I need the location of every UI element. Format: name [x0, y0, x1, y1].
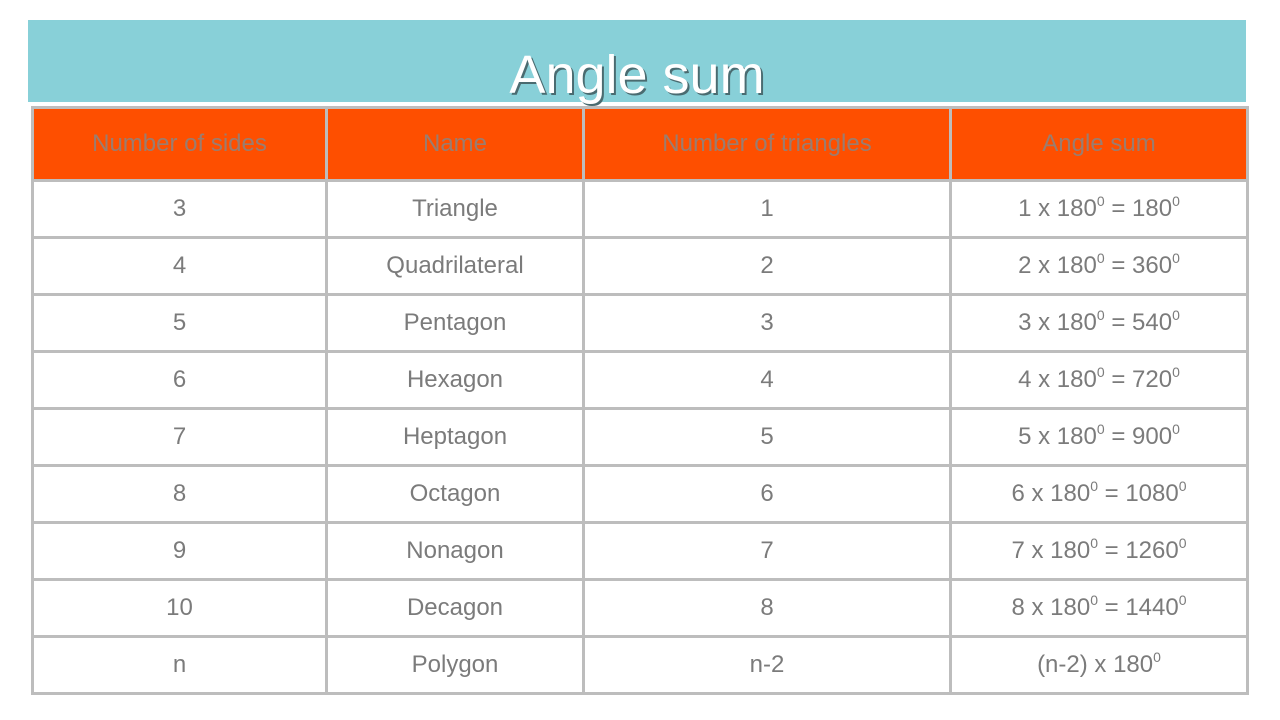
cell-sides: n — [31, 635, 328, 695]
cell-name: Quadrilateral — [325, 236, 585, 296]
angle-sum-part-b: = 1260 — [1097, 537, 1179, 564]
angle-sum-part-a: 1 x 180 — [1018, 195, 1097, 222]
angle-sum-part-a: 2 x 180 — [1018, 252, 1097, 279]
cell-triangles: 1 — [582, 179, 952, 239]
cell-triangles: 3 — [582, 293, 952, 353]
table-row: 9 Nonagon 7 7 x 1800 = 12600 — [31, 521, 1249, 581]
cell-name: Octagon — [325, 464, 585, 524]
cell-sides: 5 — [31, 293, 328, 353]
cell-angle-sum: 8 x 1800 = 14400 — [949, 578, 1249, 638]
cell-angle-sum: 5 x 1800 = 9000 — [949, 407, 1249, 467]
cell-angle-sum: 3 x 1800 = 5400 — [949, 293, 1249, 353]
angle-sum-part-a: 5 x 180 — [1018, 423, 1097, 450]
table-row: 3 Triangle 1 1 x 1800 = 1800 — [31, 179, 1249, 239]
cell-angle-sum: 2 x 1800 = 3600 — [949, 236, 1249, 296]
degree-sup-a: 0 — [1090, 535, 1098, 551]
cell-sides: 7 — [31, 407, 328, 467]
angle-sum-part-a: 8 x 180 — [1011, 594, 1091, 621]
cell-triangles: 4 — [582, 350, 952, 410]
angle-sum-part-a: (n-2) x 180 — [1037, 651, 1154, 678]
angle-sum-part-b: = 1080 — [1097, 480, 1179, 507]
angle-sum-table: Number of sides Name Number of triangles… — [31, 106, 1249, 695]
angle-sum-part-b: = 360 — [1104, 252, 1173, 279]
header-number-of-sides: Number of sides — [31, 106, 328, 182]
degree-sup-b: 0 — [1178, 478, 1187, 494]
degree-sup-b: 0 — [1172, 307, 1180, 323]
angle-sum-part-a: 7 x 180 — [1011, 537, 1091, 564]
cell-angle-sum: (n-2) x 1800 — [949, 635, 1249, 695]
angle-sum-part-a: 3 x 180 — [1018, 309, 1097, 336]
cell-angle-sum: 4 x 1800 = 7200 — [949, 350, 1249, 410]
degree-sup-a: 0 — [1096, 364, 1105, 380]
title-bar: Angle sum — [28, 20, 1246, 102]
degree-sup-a: 0 — [1096, 250, 1105, 266]
cell-triangles: 2 — [582, 236, 952, 296]
cell-sides: 6 — [31, 350, 328, 410]
cell-sides: 9 — [31, 521, 328, 581]
cell-name: Pentagon — [325, 293, 585, 353]
cell-sides: 4 — [31, 236, 328, 296]
cell-sides: 3 — [31, 179, 328, 239]
cell-triangles: n-2 — [582, 635, 952, 695]
cell-triangles: 5 — [582, 407, 952, 467]
degree-sup-a: 0 — [1096, 193, 1105, 209]
table-row: 10 Decagon 8 8 x 1800 = 14400 — [31, 578, 1249, 638]
cell-name: Decagon — [325, 578, 585, 638]
cell-angle-sum: 7 x 1800 = 12600 — [949, 521, 1249, 581]
header-name: Name — [325, 106, 585, 182]
angle-sum-part-b: = 540 — [1104, 309, 1173, 336]
degree-sup-b: 0 — [1172, 250, 1180, 266]
degree-sup-a: 0 — [1153, 649, 1161, 665]
cell-name: Triangle — [325, 179, 585, 239]
table-row: 8 Octagon 6 6 x 1800 = 10800 — [31, 464, 1249, 524]
table-row: 5 Pentagon 3 3 x 1800 = 5400 — [31, 293, 1249, 353]
cell-sides: 10 — [31, 578, 328, 638]
table-row: n Polygon n-2 (n-2) x 1800 — [31, 635, 1249, 695]
angle-sum-part-a: 6 x 180 — [1011, 480, 1091, 507]
page-title: Angle sum — [509, 45, 765, 105]
cell-angle-sum: 6 x 1800 = 10800 — [949, 464, 1249, 524]
cell-triangles: 7 — [582, 521, 952, 581]
degree-sup-a: 0 — [1096, 421, 1105, 437]
cell-name: Heptagon — [325, 407, 585, 467]
degree-sup-a: 0 — [1096, 307, 1105, 323]
table-row: 4 Quadrilateral 2 2 x 1800 = 3600 — [31, 236, 1249, 296]
table-row: 7 Heptagon 5 5 x 1800 = 9000 — [31, 407, 1249, 467]
degree-sup-b: 0 — [1178, 592, 1187, 608]
header-number-of-triangles: Number of triangles — [582, 106, 952, 182]
angle-sum-part-b: = 900 — [1104, 423, 1173, 450]
degree-sup-a: 0 — [1090, 478, 1098, 494]
degree-sup-b: 0 — [1172, 364, 1180, 380]
degree-sup-b: 0 — [1172, 193, 1180, 209]
cell-name: Nonagon — [325, 521, 585, 581]
angle-sum-part-b: = 720 — [1104, 366, 1173, 393]
cell-name: Hexagon — [325, 350, 585, 410]
cell-triangles: 8 — [582, 578, 952, 638]
cell-name: Polygon — [325, 635, 585, 695]
header-row: Number of sides Name Number of triangles… — [31, 106, 1249, 182]
cell-triangles: 6 — [582, 464, 952, 524]
cell-sides: 8 — [31, 464, 328, 524]
angle-sum-part-b: = 180 — [1104, 195, 1173, 222]
angle-sum-part-a: 4 x 180 — [1018, 366, 1097, 393]
angle-sum-part-b: = 1440 — [1097, 594, 1179, 621]
header-angle-sum: Angle sum — [949, 106, 1249, 182]
cell-angle-sum: 1 x 1800 = 1800 — [949, 179, 1249, 239]
degree-sup-b: 0 — [1178, 535, 1187, 551]
degree-sup-a: 0 — [1090, 592, 1098, 608]
table-row: 6 Hexagon 4 4 x 1800 = 7200 — [31, 350, 1249, 410]
degree-sup-b: 0 — [1172, 421, 1180, 437]
